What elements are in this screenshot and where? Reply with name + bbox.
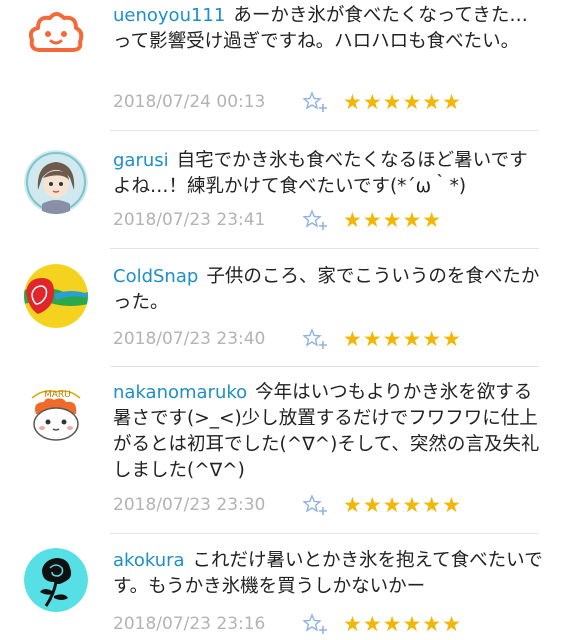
star-rating[interactable]: ★★★★★★ <box>343 328 462 350</box>
divider <box>110 533 539 534</box>
maru-character-icon[interactable]: MARU <box>24 384 88 448</box>
comment-body: nakanomaruko 今年はいつもよりかき氷を欲する暑さです(>_<)少し放置… <box>113 380 543 484</box>
comment-username[interactable]: nakanomaruko <box>113 382 247 403</box>
star-rating[interactable]: ★★★★★★ <box>343 494 462 516</box>
comment-body: uenoyou111 あーかき氷が食べたくなってきた…って影響受け過ぎですね。ハロ… <box>113 3 543 55</box>
comment-text: 自宅でかき氷も食べたくなるほど暑いですよね…！練乳かけて食べたいです(*´ω｀*… <box>113 150 528 197</box>
girl-avatar-icon[interactable] <box>24 150 88 214</box>
comment-meta: 2018/07/23 23:30 ★★★★★★ <box>113 492 462 518</box>
comment-username[interactable]: garusi <box>113 150 169 171</box>
add-star-icon[interactable] <box>303 494 329 516</box>
comment-username[interactable]: akokura <box>113 550 185 571</box>
comment-date[interactable]: 2018/07/23 23:40 <box>113 329 303 349</box>
add-star-icon[interactable] <box>303 91 329 113</box>
rose-icon[interactable] <box>24 548 88 612</box>
comment-username[interactable]: ColdSnap <box>113 266 198 287</box>
comment-meta: 2018/07/23 23:41 ★★★★★ <box>113 207 442 233</box>
divider <box>110 248 539 249</box>
star-rating[interactable]: ★★★★★★ <box>343 613 462 635</box>
add-star-icon[interactable] <box>303 613 329 635</box>
divider <box>110 130 539 131</box>
comment-meta: 2018/07/23 23:40 ★★★★★★ <box>113 326 462 352</box>
comment-body: akokura これだけ暑いとかき氷を抱えて食べたいです。もうかき氷機を買うしかな… <box>113 548 543 600</box>
divider <box>110 366 539 367</box>
add-star-icon[interactable] <box>303 209 329 231</box>
comment-date[interactable]: 2018/07/23 23:16 <box>113 614 303 634</box>
cloud-face-icon[interactable] <box>24 4 88 68</box>
comment-meta: 2018/07/24 00:13 ★★★★★★ <box>113 89 462 115</box>
comment-meta: 2018/07/23 23:16 ★★★★★★ <box>113 611 462 637</box>
star-rating[interactable]: ★★★★★ <box>343 209 442 231</box>
comment-body: ColdSnap 子供のころ、家でこういうのを食べたかった。 <box>113 264 543 316</box>
add-star-icon[interactable] <box>303 328 329 350</box>
star-rating[interactable]: ★★★★★★ <box>343 91 462 113</box>
comment-date[interactable]: 2018/07/24 00:13 <box>113 92 303 112</box>
comment-username[interactable]: uenoyou111 <box>113 5 225 26</box>
colorful-logo-icon[interactable] <box>24 264 88 328</box>
comment-date[interactable]: 2018/07/23 23:30 <box>113 495 303 515</box>
comment-body: garusi 自宅でかき氷も食べたくなるほど暑いですよね…！練乳かけて食べたいです… <box>113 148 543 200</box>
comment-date[interactable]: 2018/07/23 23:41 <box>113 210 303 230</box>
